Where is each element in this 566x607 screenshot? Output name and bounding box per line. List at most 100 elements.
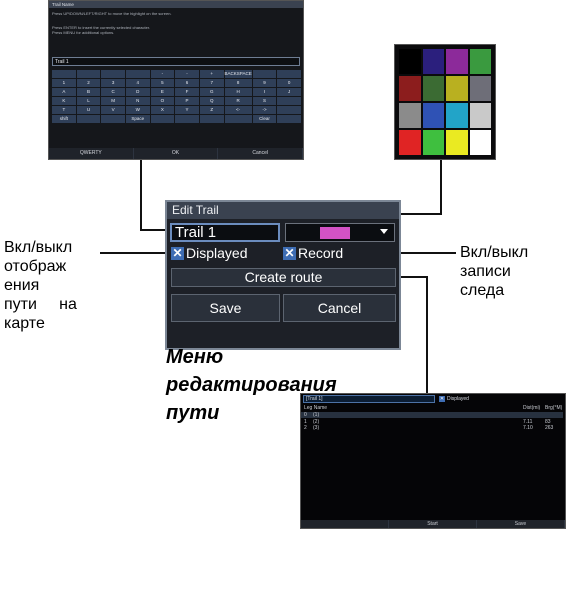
keyboard-key[interactable] <box>277 115 301 123</box>
route-displayed-checkbox[interactable]: ✕ <box>439 396 445 402</box>
keyboard-key[interactable]: M <box>101 97 125 105</box>
color-swatch[interactable] <box>422 103 444 128</box>
keyboard-key[interactable]: V <box>101 106 125 114</box>
keyboard-key[interactable]: 2 <box>76 79 101 87</box>
keyboard-key[interactable]: F <box>175 88 199 96</box>
keyboard-key[interactable]: - <box>175 70 199 78</box>
keyboard-key[interactable] <box>150 115 175 123</box>
keyboard-key[interactable] <box>277 97 301 105</box>
keyboard-key[interactable]: G <box>199 88 224 96</box>
leg-name: (1) <box>313 412 320 418</box>
keyboard-key[interactable] <box>175 115 199 123</box>
keyboard-key[interactable]: - <box>150 70 175 78</box>
keyboard-key[interactable]: T <box>52 106 76 114</box>
route-bottom-button[interactable] <box>301 520 389 528</box>
keyboard-key[interactable]: Y <box>175 106 199 114</box>
keyboard-key[interactable]: S <box>252 97 277 105</box>
keyboard-key[interactable]: O <box>150 97 175 105</box>
keyboard-key[interactable] <box>277 70 301 78</box>
keyboard-key[interactable]: 4 <box>125 79 150 87</box>
keyboard-key[interactable]: 8 <box>224 79 252 87</box>
keyboard-key[interactable]: 3 <box>101 79 125 87</box>
cancel-button[interactable]: Cancel <box>218 148 304 159</box>
color-swatch[interactable] <box>399 49 421 74</box>
keyboard-key[interactable]: Z <box>199 106 224 114</box>
trail-name-input[interactable]: Trail 1 <box>52 57 300 66</box>
keyboard-key[interactable] <box>76 115 101 123</box>
keyboard-key[interactable]: A <box>52 88 76 96</box>
keyboard-key[interactable]: Space <box>125 115 150 123</box>
color-swatch[interactable] <box>399 130 421 155</box>
trail-name-field[interactable]: Trail 1 <box>170 223 280 242</box>
keyboard-key[interactable]: 6 <box>175 79 199 87</box>
keyboard-key[interactable]: Clear <box>252 115 277 123</box>
keyboard-key[interactable]: <- <box>224 106 252 114</box>
keyboard-key[interactable]: 5 <box>150 79 175 87</box>
keyboard-key[interactable]: D <box>125 88 150 96</box>
keyboard-key[interactable] <box>125 70 150 78</box>
keyboard-key[interactable] <box>101 70 125 78</box>
color-swatch[interactable] <box>422 130 444 155</box>
color-swatch[interactable] <box>446 103 468 128</box>
keyboard-key[interactable]: B <box>76 88 101 96</box>
keyboard-key[interactable]: 9 <box>252 79 277 87</box>
keyboard-key[interactable]: 7 <box>199 79 224 87</box>
keyboard-key[interactable]: 1 <box>52 79 76 87</box>
color-swatch[interactable] <box>446 130 468 155</box>
create-route-button[interactable]: Create route <box>171 268 396 287</box>
keyboard-key[interactable]: 0 <box>277 79 301 87</box>
start-button[interactable]: Start <box>389 520 477 528</box>
keyboard-key[interactable]: C <box>101 88 125 96</box>
keyboard-key[interactable]: N <box>125 97 150 105</box>
keyboard-key[interactable] <box>101 115 125 123</box>
color-swatch[interactable] <box>399 76 421 101</box>
keyboard-key[interactable]: BACKSPACE <box>224 70 252 78</box>
trail-color-dropdown[interactable] <box>285 223 395 242</box>
route-displayed-label: Displayed <box>447 396 469 402</box>
color-swatch[interactable] <box>469 103 491 128</box>
cancel-button[interactable]: Cancel <box>283 294 396 322</box>
keyboard-key[interactable] <box>52 70 76 78</box>
keyboard-key[interactable]: H <box>224 88 252 96</box>
keyboard-key[interactable]: -> <box>252 106 277 114</box>
route-table-row[interactable]: 0 (1) <box>301 412 563 418</box>
route-table-row[interactable]: 2 (3) 7.10 263 <box>301 425 563 431</box>
keyboard-key[interactable]: E <box>150 88 175 96</box>
color-swatch[interactable] <box>469 49 491 74</box>
keyboard-key[interactable]: W <box>125 106 150 114</box>
color-swatch[interactable] <box>422 49 444 74</box>
color-swatch[interactable] <box>422 76 444 101</box>
keyboard-key[interactable]: L <box>76 97 101 105</box>
keyboard-key[interactable] <box>199 115 224 123</box>
qwerty-button[interactable]: QWERTY <box>49 148 134 159</box>
keyboard-key[interactable]: U <box>76 106 101 114</box>
save-button[interactable]: Save <box>171 294 280 322</box>
keyboard-key[interactable] <box>76 70 101 78</box>
color-swatch[interactable] <box>399 103 421 128</box>
keyboard-key[interactable] <box>277 106 301 114</box>
displayed-checkbox[interactable]: ✕ <box>171 247 184 260</box>
keyboard-key[interactable] <box>224 115 252 123</box>
keyboard-key[interactable]: J <box>277 88 301 96</box>
color-swatch[interactable] <box>446 76 468 101</box>
keyboard-key[interactable]: K <box>52 97 76 105</box>
record-checkbox[interactable]: ✕ <box>283 247 296 260</box>
keyboard-key[interactable]: + <box>199 70 224 78</box>
color-swatch[interactable] <box>446 49 468 74</box>
keyboard-key[interactable]: P <box>175 97 199 105</box>
color-swatch[interactable] <box>469 76 491 101</box>
keyboard-key[interactable]: shift <box>52 115 76 123</box>
keyboard-key[interactable] <box>252 70 277 78</box>
callout-line: ения <box>4 277 40 294</box>
color-swatch[interactable] <box>469 130 491 155</box>
connector-route-vertical <box>426 276 428 394</box>
keyboard-key[interactable]: X <box>150 106 175 114</box>
route-save-button[interactable]: Save <box>477 520 565 528</box>
keyboard-key[interactable]: Q <box>199 97 224 105</box>
route-name-field[interactable]: [Trail 1] <box>303 395 435 403</box>
onscreen-keyboard: - - + BACKSPACE 1 2 3 4 5 6 7 8 9 0 A B C D E F G H I J K L M N O P Q R… <box>52 70 301 123</box>
ok-button[interactable]: OK <box>133 148 219 159</box>
leg-name: (3) <box>313 425 320 431</box>
keyboard-key[interactable]: I <box>252 88 277 96</box>
keyboard-key[interactable]: R <box>224 97 252 105</box>
